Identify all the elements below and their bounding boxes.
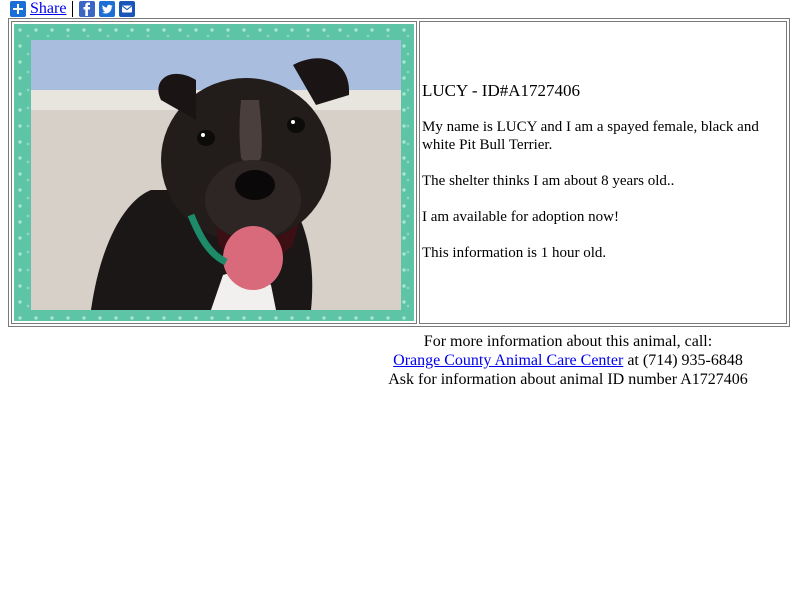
facebook-icon[interactable] bbox=[79, 1, 96, 17]
email-icon[interactable] bbox=[119, 1, 136, 17]
share-link[interactable]: Share bbox=[30, 0, 66, 18]
photo-frame bbox=[14, 24, 414, 321]
photo-cell bbox=[11, 21, 417, 324]
share-divider bbox=[72, 1, 74, 17]
info-freshness: This information is 1 hour old. bbox=[422, 245, 607, 261]
animal-age: The shelter thinks I am about 8 years ol… bbox=[422, 173, 675, 189]
dog-photo bbox=[31, 40, 401, 310]
contact-footer: For more information about this animal, … bbox=[388, 332, 748, 389]
shelter-link[interactable]: Orange County Animal Care Center bbox=[393, 352, 623, 369]
shelter-phone: at (714) 935-6848 bbox=[623, 352, 743, 369]
share-plus-icon[interactable] bbox=[10, 1, 26, 17]
animal-table: LUCY - ID#A1727406 My name is LUCY and I… bbox=[8, 18, 790, 327]
contact-line: Orange County Animal Care Center at (714… bbox=[388, 351, 748, 370]
share-bar: Share bbox=[10, 0, 139, 18]
animal-availability: I am available for adoption now! bbox=[422, 209, 620, 225]
animal-description: My name is LUCY and I am a spayed female… bbox=[422, 119, 759, 153]
twitter-icon[interactable] bbox=[99, 1, 116, 17]
contact-intro: For more information about this animal, … bbox=[423, 333, 713, 350]
animal-id-note: Ask for information about animal ID numb… bbox=[388, 371, 748, 388]
animal-title: LUCY - ID#A1727406 bbox=[422, 81, 581, 100]
animal-info: LUCY - ID#A1727406 My name is LUCY and I… bbox=[419, 21, 787, 324]
